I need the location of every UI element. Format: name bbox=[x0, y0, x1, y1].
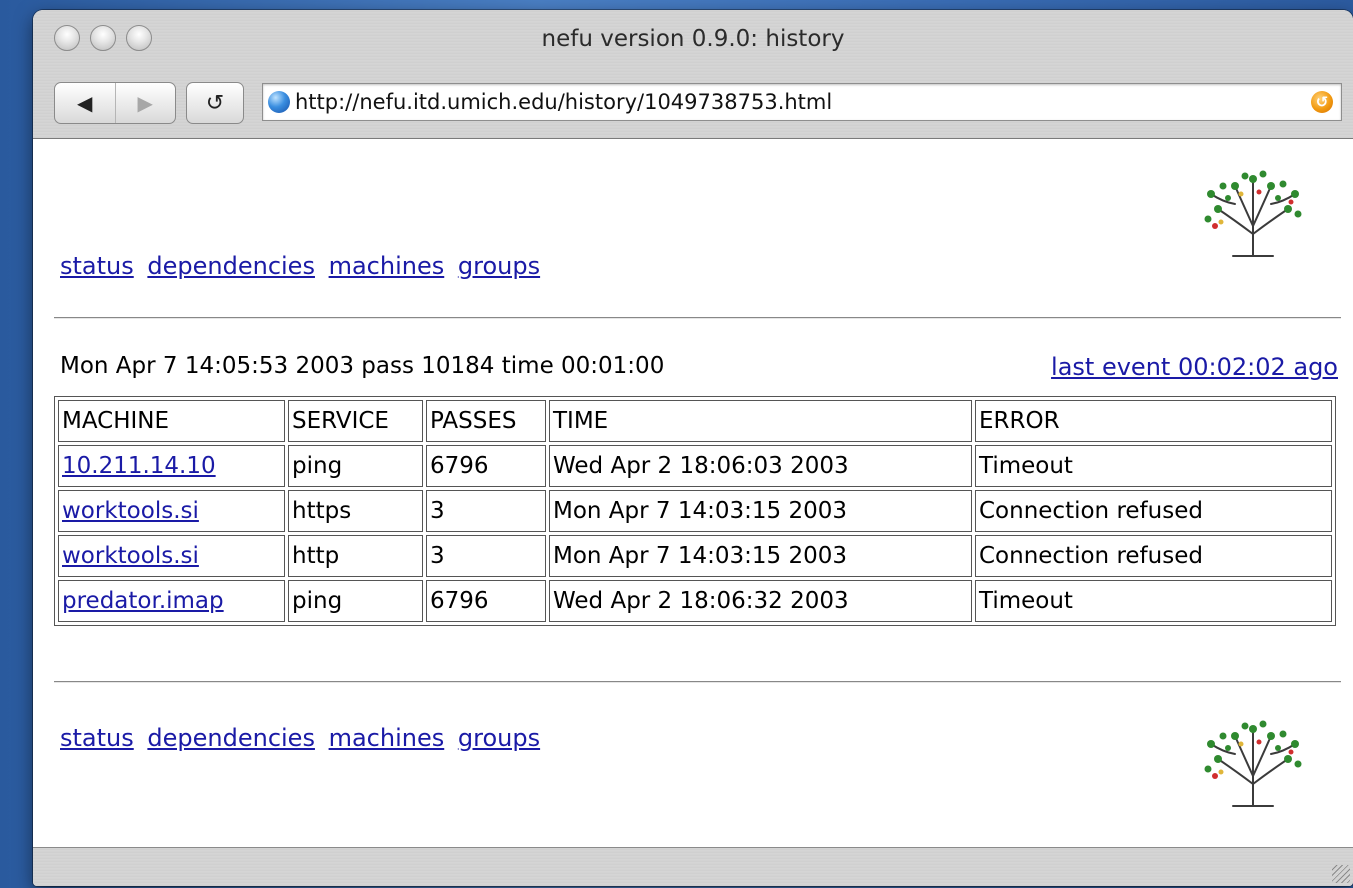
error-cell: Timeout bbox=[975, 580, 1332, 622]
nav-link-machines[interactable]: machines bbox=[329, 252, 445, 280]
title-bar: nefu version 0.9.0: history ◀ ▶ ↺ http:/… bbox=[33, 10, 1353, 139]
back-button[interactable]: ◀ bbox=[55, 83, 115, 123]
service-cell: ping bbox=[288, 580, 423, 622]
history-nav-buttons: ◀ ▶ bbox=[54, 82, 176, 124]
error-cell: Connection refused bbox=[975, 535, 1332, 577]
last-event-link[interactable]: last event 00:02:02 ago bbox=[1051, 353, 1338, 381]
column-header: PASSES bbox=[426, 400, 546, 442]
forward-button[interactable]: ▶ bbox=[114, 83, 176, 123]
snapback-icon[interactable]: ↺ bbox=[1311, 91, 1333, 113]
passes-cell: 3 bbox=[426, 535, 546, 577]
bottom-nav: status dependencies machines groups bbox=[60, 724, 546, 752]
table-row: predator.imap ping 6796 Wed Apr 2 18:06:… bbox=[58, 580, 1332, 622]
nav-link-groups[interactable]: groups bbox=[458, 724, 540, 752]
reload-button[interactable]: ↺ bbox=[186, 82, 244, 124]
divider-top bbox=[54, 317, 1341, 319]
table-row: worktools.si https 3 Mon Apr 7 14:03:15 … bbox=[58, 490, 1332, 532]
machine-link[interactable]: predator.imap bbox=[62, 588, 224, 614]
time-cell: Wed Apr 2 18:06:32 2003 bbox=[549, 580, 972, 622]
error-cell: Timeout bbox=[975, 445, 1332, 487]
machine-link[interactable]: worktools.si bbox=[62, 498, 199, 524]
machine-cell: 10.211.14.10 bbox=[58, 445, 285, 487]
nav-link-dependencies[interactable]: dependencies bbox=[147, 724, 315, 752]
history-table: MACHINE SERVICE PASSES TIME ERROR 10.211… bbox=[54, 396, 1336, 626]
machine-cell: worktools.si bbox=[58, 490, 285, 532]
machine-link[interactable]: 10.211.14.10 bbox=[62, 453, 216, 479]
top-nav: status dependencies machines groups bbox=[60, 252, 546, 280]
table-header-row: MACHINE SERVICE PASSES TIME ERROR bbox=[58, 400, 1332, 442]
machine-cell: worktools.si bbox=[58, 535, 285, 577]
address-bar-url[interactable]: http://nefu.itd.umich.edu/history/104973… bbox=[295, 90, 832, 114]
nav-link-status[interactable]: status bbox=[60, 724, 134, 752]
nav-link-machines[interactable]: machines bbox=[329, 724, 445, 752]
service-cell: https bbox=[288, 490, 423, 532]
nav-link-status[interactable]: status bbox=[60, 252, 134, 280]
browser-window: nefu version 0.9.0: history ◀ ▶ ↺ http:/… bbox=[33, 10, 1353, 886]
reload-icon: ↺ bbox=[205, 90, 225, 116]
back-arrow-icon: ◀ bbox=[77, 91, 93, 115]
column-header: MACHINE bbox=[58, 400, 285, 442]
pass-summary: Mon Apr 7 14:05:53 2003 pass 10184 time … bbox=[60, 353, 665, 379]
passes-cell: 6796 bbox=[426, 580, 546, 622]
nav-link-groups[interactable]: groups bbox=[458, 252, 540, 280]
nefu-tree-logo bbox=[1204, 720, 1302, 807]
time-cell: Mon Apr 7 14:03:15 2003 bbox=[549, 490, 972, 532]
nefu-tree-logo bbox=[1204, 170, 1302, 257]
passes-cell: 6796 bbox=[426, 445, 546, 487]
table-row: worktools.si http 3 Mon Apr 7 14:03:15 2… bbox=[58, 535, 1332, 577]
service-cell: http bbox=[288, 535, 423, 577]
table-row: 10.211.14.10 ping 6796 Wed Apr 2 18:06:0… bbox=[58, 445, 1332, 487]
column-header: TIME bbox=[549, 400, 972, 442]
snapback-glyph: ↺ bbox=[1315, 93, 1329, 111]
nav-link-dependencies[interactable]: dependencies bbox=[147, 252, 315, 280]
error-cell: Connection refused bbox=[975, 490, 1332, 532]
time-cell: Mon Apr 7 14:03:15 2003 bbox=[549, 535, 972, 577]
page-content: status dependencies machines groups Mon … bbox=[33, 139, 1353, 848]
machine-link[interactable]: worktools.si bbox=[62, 543, 199, 569]
service-cell: ping bbox=[288, 445, 423, 487]
address-bar[interactable]: http://nefu.itd.umich.edu/history/104973… bbox=[262, 83, 1342, 121]
machine-cell: predator.imap bbox=[58, 580, 285, 622]
resize-grip-icon[interactable] bbox=[1332, 865, 1350, 883]
passes-cell: 3 bbox=[426, 490, 546, 532]
column-header: ERROR bbox=[975, 400, 1332, 442]
forward-arrow-icon: ▶ bbox=[137, 91, 153, 115]
divider-bottom bbox=[54, 681, 1341, 683]
column-header: SERVICE bbox=[288, 400, 423, 442]
window-title: nefu version 0.9.0: history bbox=[541, 26, 845, 52]
globe-icon bbox=[268, 91, 290, 113]
status-bar bbox=[33, 847, 1353, 886]
time-cell: Wed Apr 2 18:06:03 2003 bbox=[549, 445, 972, 487]
